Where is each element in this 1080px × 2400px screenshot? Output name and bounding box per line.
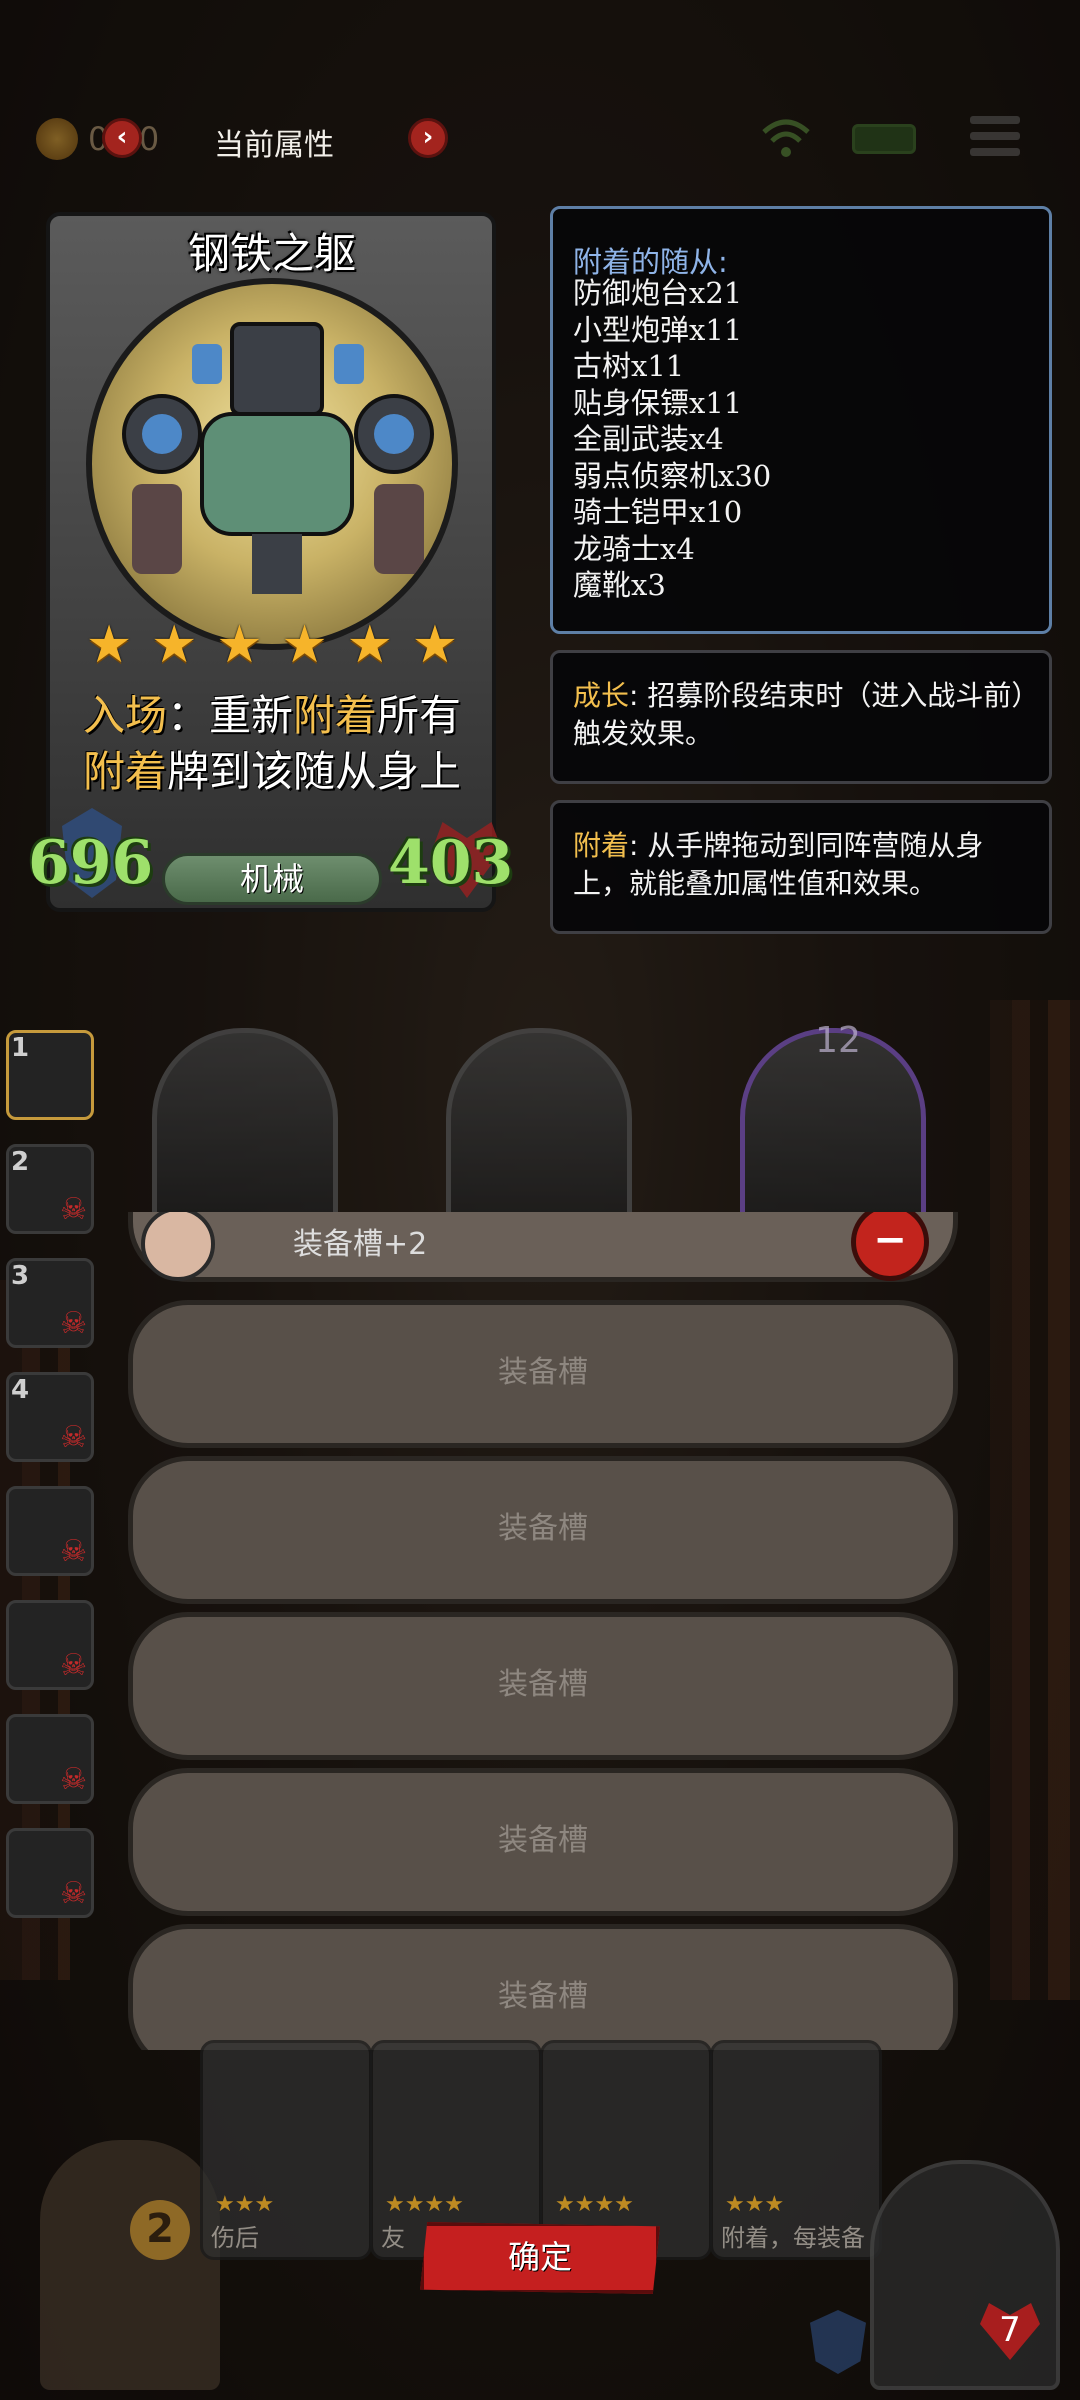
page-title: 当前属性 — [214, 128, 334, 163]
sidebar-item[interactable]: 2 ☠ — [6, 1144, 94, 1234]
skull-icon: ☠ — [60, 1420, 87, 1455]
minion-card: 钢铁之躯 ★ ★ ★ ★ ★ ★ 入场：重新附着所有 附着牌到该随从身上 696 … — [28, 208, 513, 918]
list-item: 骑士铠甲x10 — [573, 495, 743, 529]
keyword-attach: 附着 — [293, 691, 378, 740]
list-item: 防御炮台x21 — [573, 276, 743, 310]
sidebar-item[interactable]: ☠ — [6, 1486, 94, 1576]
equipped-item[interactable]: 装备槽+2 − — [128, 1212, 958, 1282]
card-stars: ★ ★ ★ ★ ★ ★ — [82, 618, 462, 674]
player-sidebar: 1 2 ☠ 3 ☠ 4 ☠ ☠ ☠ ☠ ☠ — [0, 1030, 100, 1930]
attack-value: 696 — [28, 828, 154, 898]
hand-card-text: 附着，每装备 — [721, 2224, 865, 2252]
list-item: 小型炮弹x11 — [573, 312, 743, 347]
next-button[interactable]: › — [408, 118, 448, 158]
attach-info-text: 附着: 从手牌拖动到同阵营随从身上，就能叠加属性值和效果。 — [573, 827, 1029, 903]
hand-card[interactable]: ★★★ 附着，每装备 — [710, 2040, 882, 2260]
equipment-slot[interactable]: 装备槽 — [128, 1456, 958, 1604]
hand-card[interactable]: ★★★ 伤后 — [200, 2040, 372, 2260]
attached-panel: 附着的随从: 防御炮台x21 小型炮弹x11 古树x11 贴身保镖x11 全副武… — [550, 206, 1052, 634]
skull-icon: ☠ — [60, 1876, 87, 1911]
star-icon: ★ — [281, 615, 328, 675]
desc-text: 牌到该随从身上 — [167, 747, 462, 796]
confirm-button[interactable]: 确定 — [420, 2222, 660, 2294]
star-icon: ★ — [346, 615, 394, 675]
equipment-sheet: 装备槽+2 − 装备槽 装备槽 装备槽 装备槽 装备槽 — [128, 1212, 958, 2050]
hand-card-text: 友 — [381, 2224, 405, 2252]
equipped-item-label: 装备槽+2 — [293, 1227, 428, 1262]
hero-portrait[interactable] — [870, 2160, 1060, 2390]
list-item: 古树x11 — [573, 349, 685, 383]
shop-chest[interactable] — [40, 2140, 220, 2390]
list-item: 魔靴x3 — [573, 568, 666, 602]
growth-description: : 招募阶段结束时（进入战斗前）触发效果。 — [573, 679, 1026, 750]
skull-icon: ☠ — [60, 1534, 87, 1569]
star-icon: ★★★ — [725, 2192, 785, 2217]
star-icon: ★★★ — [215, 2192, 275, 2217]
sidebar-rank: 2 — [11, 1147, 30, 1177]
attach-description: : 从手牌拖动到同阵营随从身上，就能叠加属性值和效果。 — [573, 829, 984, 900]
star-icon: ★★★★ — [385, 2192, 464, 2217]
star-icon: ★ — [85, 615, 133, 675]
tribe-badge: 机械 — [162, 853, 382, 905]
skull-icon: ☠ — [60, 1648, 87, 1683]
sidebar-item[interactable]: 4 ☠ — [6, 1372, 94, 1462]
skull-icon: ☠ — [60, 1306, 87, 1341]
prev-button[interactable]: ‹ — [102, 118, 142, 158]
equipment-slot[interactable]: 装备槽 — [128, 1768, 958, 1916]
skull-icon: ☠ — [60, 1762, 87, 1797]
equipped-item-avatar — [141, 1212, 215, 1281]
gold-counter: 2 — [130, 2200, 190, 2260]
sidebar-rank: 1 — [11, 1033, 30, 1063]
sidebar-item[interactable]: ☠ — [6, 1828, 94, 1918]
wifi-icon — [762, 119, 810, 157]
equipment-slot[interactable]: 装备槽 — [128, 1924, 958, 2050]
star-icon: ★ — [411, 615, 459, 675]
hand-card-text: 伤后 — [211, 2224, 259, 2252]
board-minion-slot[interactable] — [446, 1028, 632, 1218]
growth-panel: 成长: 招募阶段结束时（进入战斗前）触发效果。 — [550, 650, 1052, 784]
minion-level: 12 — [815, 1020, 861, 1061]
sidebar-item[interactable]: 3 ☠ — [6, 1258, 94, 1348]
sidebar-item[interactable]: ☠ — [6, 1600, 94, 1690]
keyword-entry: 入场 — [82, 691, 167, 740]
card-name: 钢铁之躯 — [187, 229, 356, 278]
star-icon: ★ — [150, 615, 198, 675]
desc-text: ：重新 — [166, 691, 293, 740]
equipment-slot[interactable]: 装备槽 — [128, 1300, 958, 1448]
keyword-growth: 成长 — [573, 679, 630, 712]
top-bar: 0 20 ‹ 当前属性 › — [0, 100, 1080, 180]
robot-illustration — [122, 322, 434, 594]
attached-list: 防御炮台x21 小型炮弹x11 古树x11 贴身保镖x11 全副武装x4 弱点侦… — [573, 275, 771, 604]
coin-icon — [36, 118, 78, 160]
card-portrait — [86, 278, 458, 650]
sidebar-item[interactable]: ☠ — [6, 1714, 94, 1804]
sidebar-rank: 4 — [11, 1375, 30, 1405]
board-minion-slot[interactable] — [152, 1028, 338, 1218]
equipment-slot[interactable]: 装备槽 — [128, 1612, 958, 1760]
remove-button[interactable]: − — [851, 1212, 929, 1281]
keyword-attach: 附着 — [82, 747, 167, 796]
sidebar-item[interactable]: 1 — [6, 1030, 94, 1120]
list-item: 龙骑士x4 — [573, 531, 695, 566]
list-item: 弱点侦察机x30 — [573, 458, 772, 493]
list-item: 贴身保镖x11 — [573, 385, 743, 420]
star-icon: ★★★★ — [555, 2192, 634, 2217]
battery-icon — [852, 124, 916, 154]
skull-icon: ☠ — [60, 1192, 87, 1227]
card-description: 入场：重新附着所有 附着牌到该随从身上 — [62, 688, 482, 800]
health-value: 403 — [388, 828, 514, 898]
growth-text: 成长: 招募阶段结束时（进入战斗前）触发效果。 — [573, 677, 1029, 753]
attach-info-panel: 附着: 从手牌拖动到同阵营随从身上，就能叠加属性值和效果。 — [550, 800, 1052, 934]
keyword-attach: 附着 — [573, 829, 630, 862]
list-item: 全副武装x4 — [573, 422, 724, 456]
desc-text: 所有 — [377, 691, 462, 740]
star-icon: ★ — [216, 615, 263, 675]
menu-icon[interactable] — [970, 116, 1020, 162]
sidebar-rank: 3 — [11, 1261, 30, 1291]
board-row: 12 — [0, 1020, 1080, 1220]
